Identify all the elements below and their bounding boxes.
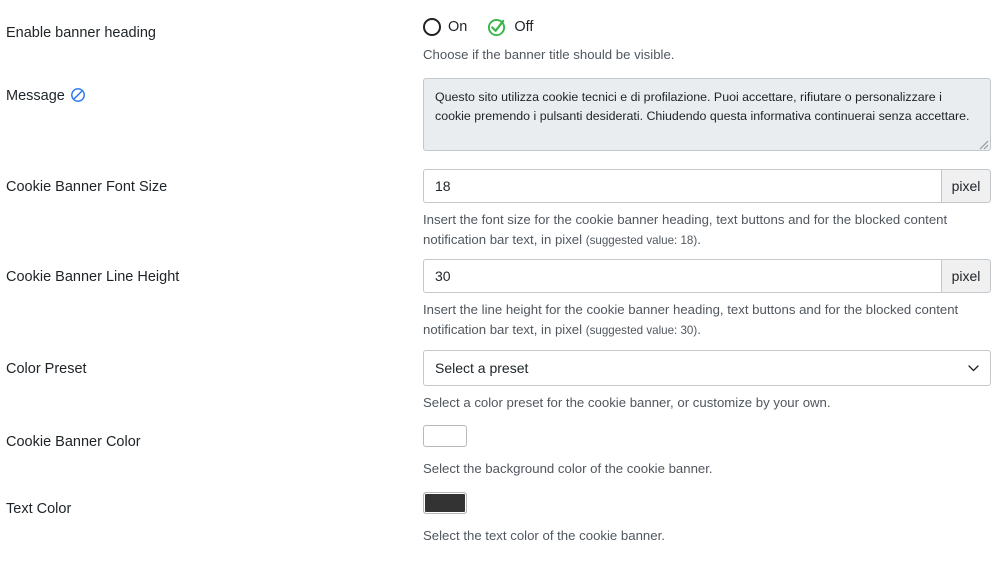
font-size-input-group: pixel [423,169,991,203]
field-label-enable-banner-heading: Enable banner heading [6,23,406,43]
label-text: Cookie Banner Font Size [6,179,168,196]
field-label-color-preset: Color Preset [6,359,406,379]
color-preset-select[interactable]: Select a preset [423,350,991,386]
label-text: Message [6,88,65,105]
color-preset-selected-value: Select a preset [435,360,529,376]
field-hint-color-preset: Select a color preset for the cookie ban… [423,395,831,410]
field-control-message: Questo sito utilizza cookie tecnici e di… [423,78,993,151]
banner-color-swatch[interactable] [423,425,467,447]
field-control-banner-color: Select the background color of the cooki… [423,425,993,479]
radio-option-on-label: On [448,19,468,35]
label-text: Color Preset [6,361,87,378]
field-label-banner-color: Cookie Banner Color [6,432,406,452]
hint-tail: . [697,322,701,338]
message-textarea[interactable]: Questo sito utilizza cookie tecnici e di… [423,78,991,151]
text-color-swatch[interactable] [423,492,467,514]
label-text: Cookie Banner Color [6,434,141,451]
color-preset-select-wrap: Select a preset [423,350,991,386]
field-label-font-size: Cookie Banner Font Size [6,177,406,197]
translate-disabled-icon [70,87,86,103]
field-control-text-color: Select the text color of the cookie bann… [423,492,993,546]
field-control-enable-banner-heading: On Off Choose if the banner title should… [423,16,993,65]
hint-suggested: (suggested value: 18) [585,234,698,248]
settings-panel: Enable banner heading On Off Choose if t… [0,0,1000,561]
radio-unchecked-icon[interactable] [423,18,441,36]
field-hint-text-color: Select the text color of the cookie bann… [423,528,665,543]
line-height-input-group: pixel [423,259,991,293]
line-height-input[interactable] [423,259,941,293]
field-label-line-height: Cookie Banner Line Height [6,267,406,287]
font-size-unit-addon: pixel [941,169,991,203]
hint-suggested: (suggested value: 30) [585,324,698,338]
field-hint-banner-color: Select the background color of the cooki… [423,461,713,476]
line-height-unit-addon: pixel [941,259,991,293]
radio-checked-icon[interactable] [487,17,507,37]
radio-option-on[interactable]: On [423,18,467,36]
field-hint-enable-banner-heading: Choose if the banner title should be vis… [423,47,675,62]
radio-option-off[interactable]: Off [487,17,533,37]
message-textarea-value: Questo sito utilizza cookie tecnici e di… [435,90,970,124]
label-text: Cookie Banner Line Height [6,269,180,286]
field-control-font-size: pixel Insert the font size for the cooki… [423,169,993,251]
field-control-color-preset: Select a preset Select a color preset fo… [423,350,993,413]
label-text: Text Color [6,501,72,518]
radio-option-off-label: Off [514,19,534,35]
label-text: Enable banner heading [6,25,156,42]
radio-group-enable-banner-heading: On Off [423,16,993,38]
field-label-message: Message [6,86,406,106]
hint-tail: . [697,232,701,248]
font-size-input[interactable] [423,169,941,203]
resize-handle-icon[interactable] [977,137,989,150]
field-hint-line-height: Insert the line height for the cookie ba… [423,300,991,341]
field-label-text-color: Text Color [6,499,406,519]
field-control-line-height: pixel Insert the line height for the coo… [423,259,993,341]
field-hint-font-size: Insert the font size for the cookie bann… [423,210,991,251]
